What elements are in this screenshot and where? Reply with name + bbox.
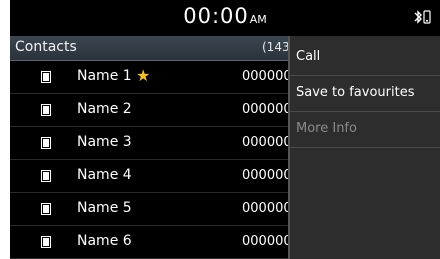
contacts-title: Contacts xyxy=(15,39,77,55)
contact-number: 000000 xyxy=(242,135,292,150)
context-menu: Call Save to favourites More Info xyxy=(288,36,440,259)
contact-name: Name 1 xyxy=(77,68,132,84)
contact-icon xyxy=(41,236,51,248)
bluetooth-phone-icon xyxy=(414,10,431,24)
contact-name: Name 6 xyxy=(77,233,132,249)
menu-item-save-to-favourites[interactable]: Save to favourites xyxy=(290,76,440,112)
contact-name: Name 4 xyxy=(77,167,132,183)
contact-icon xyxy=(41,137,51,149)
menu-item-label: More Info xyxy=(296,121,357,136)
contact-name: Name 2 xyxy=(77,101,132,117)
contact-name: Name 5 xyxy=(77,200,132,216)
clock: 00:00AM xyxy=(10,4,440,28)
contact-number: 000000 xyxy=(242,102,292,117)
favourite-star-icon: ★ xyxy=(136,66,151,85)
contact-number: 000000 xyxy=(242,234,292,249)
contact-number: 000000 xyxy=(242,201,292,216)
contact-name: Name 3 xyxy=(77,134,132,150)
clock-time: 00:00 xyxy=(183,4,249,28)
contact-icon xyxy=(41,71,51,83)
menu-item-label: Call xyxy=(296,49,321,64)
contact-number: 000000 xyxy=(242,69,292,84)
contact-icon xyxy=(41,104,51,116)
contact-icon xyxy=(41,203,51,215)
contact-icon xyxy=(41,170,51,182)
contact-number: 000000 xyxy=(242,168,292,183)
menu-item-call[interactable]: Call xyxy=(290,40,440,76)
status-bar: 00:00AM xyxy=(10,0,440,36)
head-unit-screen: 00:00AM Contacts (143) Name 1 ★ 000000 N… xyxy=(10,0,440,259)
clock-ampm: AM xyxy=(249,13,267,26)
menu-item-label: Save to favourites xyxy=(296,85,415,100)
menu-item-more-info: More Info xyxy=(290,112,440,148)
